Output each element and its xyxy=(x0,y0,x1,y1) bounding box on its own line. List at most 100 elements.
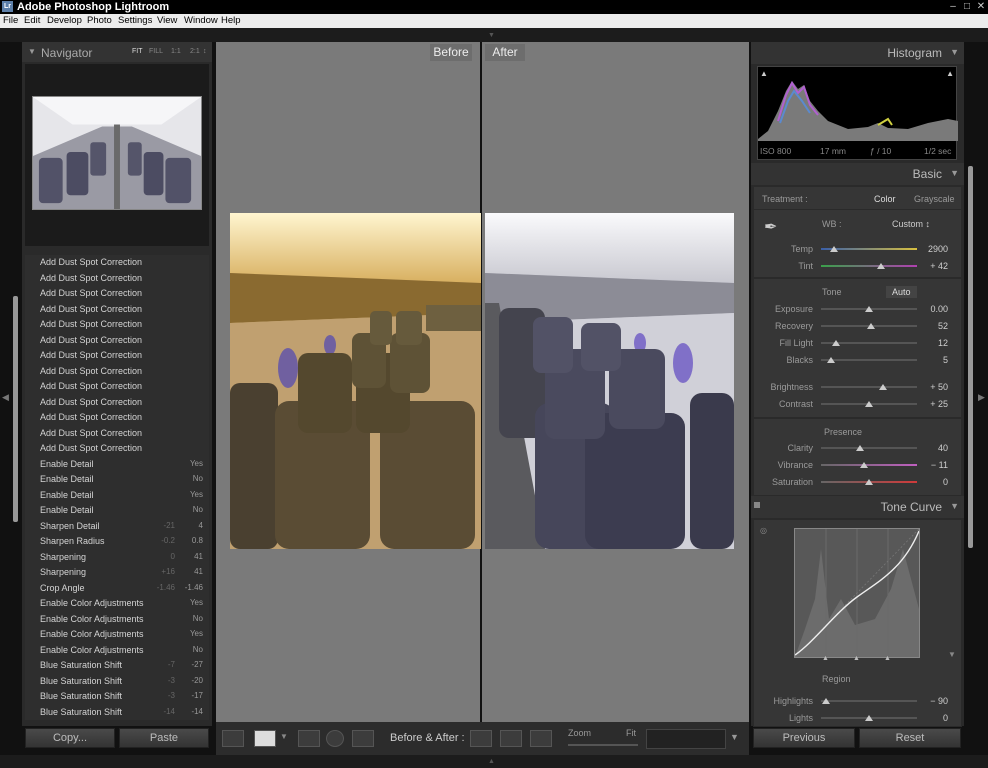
slider-value-saturation[interactable]: 0 xyxy=(908,477,948,487)
before-photo[interactable] xyxy=(230,213,481,549)
menu-view[interactable]: View xyxy=(157,15,177,27)
history-item[interactable]: Enable Detail Yes xyxy=(25,488,209,504)
crop-tool-icon[interactable] xyxy=(298,730,320,747)
minimize-icon[interactable]: – xyxy=(947,1,959,13)
navigator-header[interactable]: ▼ Navigator FIT FILL 1:1 2:1 ↕ xyxy=(22,42,212,62)
loupe-view-icon[interactable] xyxy=(222,730,244,747)
after-photo[interactable] xyxy=(485,213,734,549)
menu-edit[interactable]: Edit xyxy=(24,15,40,27)
previous-button[interactable]: Previous xyxy=(753,728,855,748)
history-item[interactable]: Add Dust Spot Correction xyxy=(25,364,209,380)
history-item[interactable]: Enable Color Adjustments No xyxy=(25,612,209,628)
histogram-graph[interactable]: ▲ ▲ ISO 800 17 mm ƒ / 10 1/2 sec xyxy=(757,66,958,160)
history-item[interactable]: Add Dust Spot Correction xyxy=(25,255,209,271)
slider-thumb-brightness[interactable] xyxy=(879,384,888,390)
history-item[interactable]: Enable Detail Yes xyxy=(25,457,209,473)
zoom-fill[interactable]: FILL xyxy=(149,48,163,55)
zoom-more-icon[interactable]: ↕ xyxy=(203,48,207,55)
histogram-header[interactable]: Histogram ▼ xyxy=(751,42,964,64)
toolbar-menu-arrow-icon[interactable]: ▼ xyxy=(730,732,739,742)
copy-before-to-after-icon[interactable] xyxy=(470,730,492,747)
target-adjust-icon[interactable]: ◎ xyxy=(760,526,767,535)
right-scrollbar[interactable] xyxy=(968,166,973,548)
collapse-top-arrow-icon[interactable]: ▼ xyxy=(488,32,495,39)
history-item[interactable]: Add Dust Spot Correction xyxy=(25,286,209,302)
menu-develop[interactable]: Develop xyxy=(47,15,82,27)
before-after-view[interactable]: Before After xyxy=(216,42,749,722)
treatment-color[interactable]: Color xyxy=(874,194,896,204)
swap-before-after-icon[interactable] xyxy=(530,730,552,747)
slider-thumb-clarity[interactable] xyxy=(856,445,865,451)
paste-button[interactable]: Paste xyxy=(119,728,209,748)
treatment-grayscale[interactable]: Grayscale xyxy=(914,194,955,204)
copy-button[interactable]: Copy... xyxy=(25,728,115,748)
history-item[interactable]: Blue Saturation Shift -3 -20 xyxy=(25,674,209,690)
collapse-navigator-icon[interactable]: ▼ xyxy=(28,47,36,56)
history-item[interactable]: Add Dust Spot Correction xyxy=(25,379,209,395)
history-item[interactable]: Add Dust Spot Correction xyxy=(25,426,209,442)
history-item[interactable]: Enable Color Adjustments Yes xyxy=(25,627,209,643)
history-item[interactable]: Enable Color Adjustments Yes xyxy=(25,596,209,612)
tone-curve-toggle-icon[interactable] xyxy=(754,502,760,508)
history-item[interactable]: Blue Saturation Shift -3 -17 xyxy=(25,689,209,705)
zoom-2-1[interactable]: 2:1 xyxy=(190,48,200,55)
collapse-basic-icon[interactable]: ▼ xyxy=(950,168,959,178)
reset-button[interactable]: Reset xyxy=(859,728,961,748)
history-item[interactable]: Crop Angle -1.46 -1.46 xyxy=(25,581,209,597)
navigator-preview[interactable] xyxy=(25,64,209,246)
history-item[interactable]: Add Dust Spot Correction xyxy=(25,302,209,318)
slider-highlights[interactable] xyxy=(821,700,917,702)
slider-thumb-exposure[interactable] xyxy=(865,306,873,312)
basic-header[interactable]: Basic ▼ xyxy=(751,163,964,185)
top-panel-strip[interactable]: ▼ xyxy=(0,28,988,42)
tone-curve-header[interactable]: Tone Curve ▼ xyxy=(751,496,964,518)
close-icon[interactable]: ✕ xyxy=(975,1,987,13)
slider-brightness[interactable] xyxy=(821,386,917,388)
slider-value-contrast[interactable]: + 25 xyxy=(908,399,948,409)
collapse-histogram-icon[interactable]: ▼ xyxy=(950,47,959,57)
slider-value-recovery[interactable]: 52 xyxy=(908,321,948,331)
history-item[interactable]: Enable Detail No xyxy=(25,472,209,488)
slider-thumb-temp[interactable] xyxy=(830,246,839,252)
tone-curve-graph[interactable]: ▲ ▲ ▲ xyxy=(794,528,920,662)
history-item[interactable]: Add Dust Spot Correction xyxy=(25,395,209,411)
slider-thumb-vibrance[interactable] xyxy=(860,462,869,468)
history-item[interactable]: Sharpen Radius -0.2 0.8 xyxy=(25,534,209,550)
slider-value-vibrance[interactable]: − 11 xyxy=(908,460,948,470)
slider-blacks[interactable] xyxy=(821,359,917,361)
slider-thumb-contrast[interactable] xyxy=(865,401,873,407)
menu-window[interactable]: Window xyxy=(184,15,218,27)
slider-thumb-recovery[interactable] xyxy=(866,323,875,329)
history-item[interactable]: Enable Color Adjustments No xyxy=(25,643,209,659)
slider-tint[interactable] xyxy=(821,265,917,267)
zoom-fit[interactable]: FIT xyxy=(132,48,143,55)
menu-photo[interactable]: Photo xyxy=(87,15,112,27)
menu-settings[interactable]: Settings xyxy=(118,15,152,27)
eyedropper-icon[interactable]: ✒ xyxy=(764,217,777,237)
history-item[interactable]: Add Dust Spot Correction xyxy=(25,333,209,349)
left-scrollbar[interactable] xyxy=(13,296,18,522)
before-after-view-icon[interactable] xyxy=(254,730,276,747)
history-item[interactable]: Sharpening +16 41 xyxy=(25,565,209,581)
curve-split-handle-1[interactable]: ▲ xyxy=(822,655,829,662)
slider-value-fill_light[interactable]: 12 xyxy=(908,338,948,348)
right-panel-toggle-icon[interactable]: ▶ xyxy=(978,392,985,403)
curve-split-handle-2[interactable]: ▲ xyxy=(853,655,860,662)
slider-thumb-highlights[interactable] xyxy=(821,698,830,704)
highlight-clipping-icon[interactable]: ▲ xyxy=(946,69,954,78)
history-item[interactable]: Add Dust Spot Correction xyxy=(25,441,209,457)
spot-removal-tool-icon[interactable] xyxy=(352,730,374,747)
slider-value-brightness[interactable]: + 50 xyxy=(908,382,948,392)
slider-clarity[interactable] xyxy=(821,447,917,449)
slider-value-lights[interactable]: 0 xyxy=(908,713,948,723)
slider-value-tint[interactable]: + 42 xyxy=(908,261,948,271)
collapse-tone-curve-icon[interactable]: ▼ xyxy=(950,501,959,511)
history-item[interactable]: Sharpening 0 41 xyxy=(25,550,209,566)
slider-thumb-tint[interactable] xyxy=(876,263,885,269)
maximize-icon[interactable]: □ xyxy=(961,1,973,13)
bottom-panel-strip[interactable]: ▲ xyxy=(0,755,988,768)
slider-thumb-lights[interactable] xyxy=(865,715,873,721)
red-eye-tool-icon[interactable] xyxy=(326,730,344,747)
slider-value-highlights[interactable]: − 90 xyxy=(908,696,948,706)
slider-value-exposure[interactable]: 0.00 xyxy=(908,304,948,314)
